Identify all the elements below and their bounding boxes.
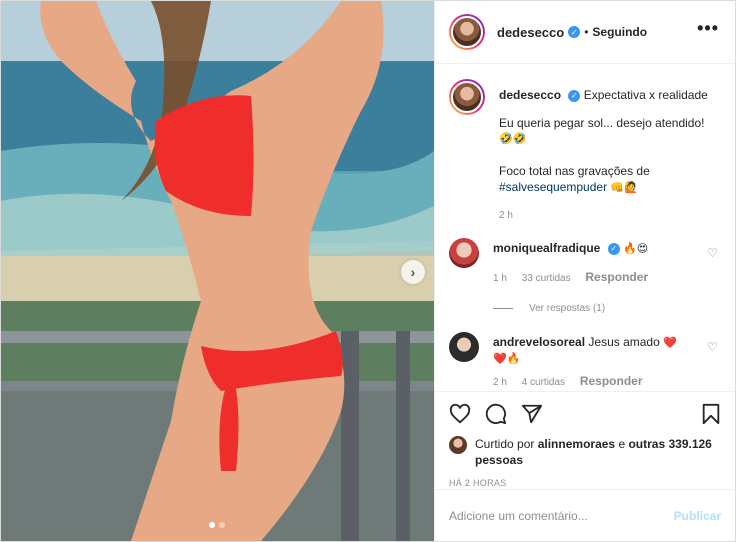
- photo-illustration: [1, 1, 434, 541]
- view-replies-label[interactable]: Ver respostas (1): [529, 303, 605, 314]
- liked-by-user[interactable]: alinnemoraes: [538, 437, 615, 451]
- caption-title: Expectativa x realidade: [583, 88, 708, 102]
- avatar: [451, 16, 483, 48]
- more-icon[interactable]: •••: [697, 19, 719, 37]
- action-icons: [449, 400, 721, 428]
- carousel-dots: [209, 522, 225, 528]
- add-comment-bar: Adicione um comentário... Publicar: [435, 489, 735, 541]
- comment-body: moniquealfradique ✓ 🔥😍 1 h 33 curtidas R…: [493, 238, 721, 287]
- publish-button[interactable]: Publicar: [674, 509, 721, 523]
- caption-body: dedesecco ✓ Expectativa x realidade Eu q…: [499, 79, 721, 224]
- caption-time[interactable]: 2 h: [499, 210, 513, 221]
- carousel-dot: [219, 522, 225, 528]
- comment-text: 🔥😍: [623, 242, 649, 255]
- comment-icon[interactable]: [485, 403, 507, 425]
- liker-avatar[interactable]: [449, 436, 467, 454]
- verified-icon: ✓: [607, 243, 620, 255]
- caption-line1-emoji: 🤣🤣: [499, 132, 527, 145]
- comment-row: moniquealfradique ✓ 🔥😍 1 h 33 curtidas R…: [449, 238, 721, 287]
- comment-row: andrevelosoreal Jesus amado ❤️ ❤️🔥 2 h 4…: [449, 332, 721, 387]
- liked-by-text: Curtido por alinnemoraes e outras 339.12…: [475, 436, 721, 468]
- reply-button[interactable]: Responder: [585, 270, 648, 284]
- liked-by: Curtido por alinnemoraes e outras 339.12…: [449, 436, 721, 468]
- header-username[interactable]: dedesecco: [497, 25, 564, 40]
- comment-body: andrevelosoreal Jesus amado ❤️ ❤️🔥 2 h 4…: [493, 332, 721, 387]
- instagram-post-modal: › dedesecco ✓ • Seguindo ••• dedesecco ✓…: [0, 0, 736, 542]
- caption-meta: 2 h: [499, 208, 721, 224]
- comment-meta: 1 h 33 curtidas Responder: [493, 269, 721, 287]
- comment-input[interactable]: Adicione um comentário...: [449, 509, 674, 523]
- replies-divider: [493, 308, 513, 309]
- caption-avatar[interactable]: [449, 79, 485, 115]
- next-photo-button[interactable]: ›: [401, 260, 425, 284]
- comment-emoji-line2: ❤️🔥: [493, 352, 521, 365]
- reply-button[interactable]: Responder: [580, 374, 643, 387]
- comment-emoji: ❤️: [663, 336, 677, 349]
- post-side-panel: dedesecco ✓ • Seguindo ••• dedesecco ✓ E…: [434, 1, 735, 541]
- heart-icon[interactable]: [449, 403, 471, 425]
- avatar-story-ring[interactable]: [449, 14, 485, 50]
- caption-text: Eu queria pegar sol... desejo atendido! …: [499, 115, 721, 196]
- carousel-dot-active: [209, 522, 215, 528]
- post-header: dedesecco ✓ • Seguindo •••: [435, 1, 735, 64]
- view-replies[interactable]: Ver respostas (1): [493, 303, 721, 314]
- hashtag-link[interactable]: #salvesequempuder: [499, 180, 607, 194]
- post-photo[interactable]: ›: [1, 1, 434, 541]
- caption-username[interactable]: dedesecco: [499, 88, 561, 102]
- bookmark-icon[interactable]: [701, 403, 721, 425]
- comments-section[interactable]: dedesecco ✓ Expectativa x realidade Eu q…: [435, 65, 735, 387]
- liked-by-middle: e: [618, 437, 626, 451]
- caption-line2: Foco total nas gravações de: [499, 164, 650, 178]
- post-actions: Curtido por alinnemoraes e outras 339.12…: [435, 391, 735, 488]
- comment-like-heart-icon[interactable]: ♡: [707, 340, 719, 354]
- header-separator: •: [584, 25, 589, 39]
- comment-time[interactable]: 1 h: [493, 273, 507, 284]
- avatar: [451, 81, 483, 113]
- caption-line1: Eu queria pegar sol... desejo atendido!: [499, 116, 705, 130]
- comment-username[interactable]: andrevelosoreal: [493, 335, 585, 349]
- comment-time[interactable]: 2 h: [493, 377, 507, 387]
- comment-text: Jesus amado: [588, 335, 660, 349]
- caption-line2-emoji: 👊🙋: [610, 181, 638, 194]
- liked-by-prefix: Curtido por: [475, 437, 535, 451]
- share-icon[interactable]: [521, 403, 543, 425]
- verified-icon: ✓: [568, 26, 581, 38]
- commenter-avatar[interactable]: [449, 238, 479, 268]
- verified-icon: ✓: [568, 90, 581, 102]
- comment-likes[interactable]: 33 curtidas: [522, 273, 571, 284]
- comment-username[interactable]: moniquealfradique: [493, 241, 600, 255]
- following-button[interactable]: Seguindo: [592, 25, 647, 39]
- post-timestamp[interactable]: HÁ 2 HORAS: [449, 478, 721, 488]
- commenter-avatar[interactable]: [449, 332, 479, 362]
- comment-like-heart-icon[interactable]: ♡: [707, 246, 719, 260]
- comment-meta: 2 h 4 curtidas Responder: [493, 373, 721, 387]
- comment-likes[interactable]: 4 curtidas: [522, 377, 565, 387]
- caption-row: dedesecco ✓ Expectativa x realidade Eu q…: [449, 79, 721, 224]
- chevron-right-icon: ›: [410, 264, 416, 280]
